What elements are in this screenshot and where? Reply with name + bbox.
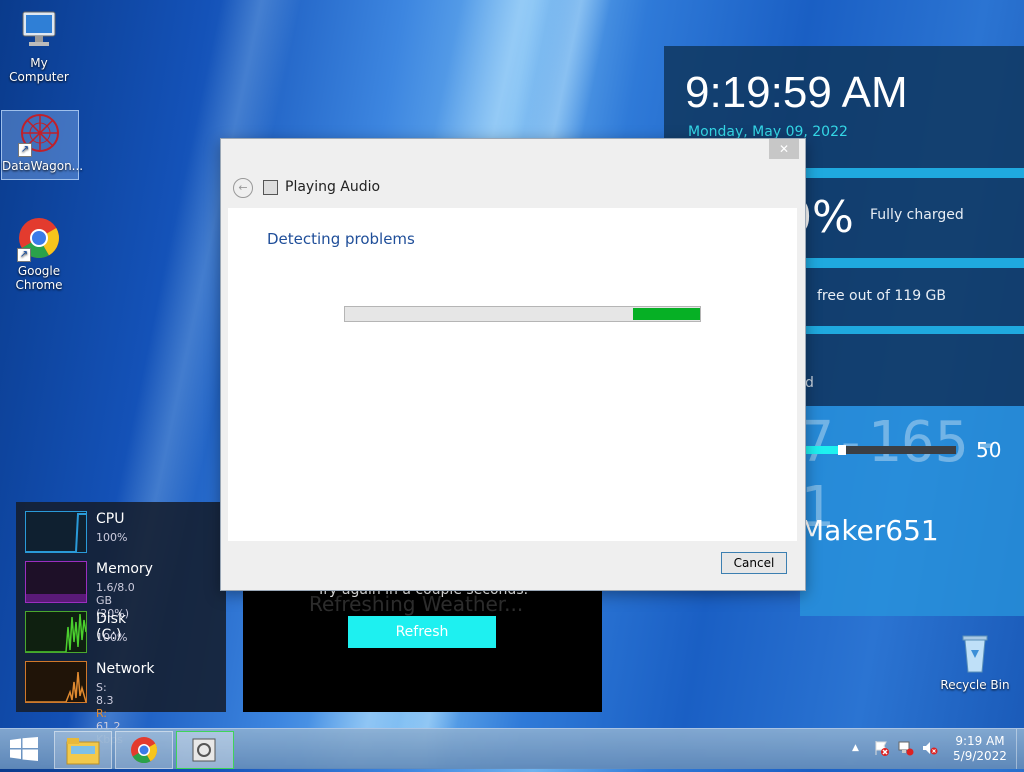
status-text: Detecting problems	[267, 230, 415, 248]
shortcut-arrow-icon: ↗	[17, 248, 31, 262]
clock-time: 9:19:59 AM	[685, 68, 908, 117]
cpu-graph	[25, 511, 87, 553]
progress-bar	[344, 306, 701, 322]
taskbar: ▲ 9:19 AM 5/9/2022	[0, 728, 1024, 769]
folder-icon	[66, 738, 100, 765]
volume-slider-track[interactable]	[800, 445, 956, 455]
taskbar-date: 5/9/2022	[953, 749, 1007, 763]
chrome-icon: ↗	[17, 216, 61, 262]
partial-text: d	[805, 375, 814, 391]
action-center-icon[interactable]	[874, 740, 890, 759]
datawagon-icon: ↗	[18, 111, 62, 157]
desktop-icon-label: DataWagon...	[2, 159, 84, 173]
recycle-bin-icon	[953, 630, 997, 674]
network-recv-prefix: R:	[96, 707, 108, 720]
disk-value: 100%	[96, 631, 128, 644]
troubleshooter-icon	[263, 180, 278, 195]
taskbar-troubleshooter[interactable]	[176, 731, 234, 769]
taskbar-clock[interactable]: 9:19 AM 5/9/2022	[950, 734, 1010, 764]
desktop-icon-label: Google Chrome	[15, 264, 63, 292]
back-arrow-icon: ←	[238, 181, 248, 194]
chrome-icon	[131, 737, 158, 764]
memory-graph	[25, 561, 87, 603]
memory-label: Memory	[96, 561, 153, 577]
volume-background-text: Maker651	[800, 514, 939, 547]
troubleshooter-dialog: ✕ ← Playing Audio Detecting problems Can…	[220, 138, 806, 591]
performance-widget: CPU 100% Memory 1.6/8.0 GB (20%) Disk (C…	[16, 502, 226, 746]
desktop-icon-label: My Computer	[9, 56, 69, 84]
close-button[interactable]: ✕	[769, 139, 799, 159]
windows-logo-icon	[10, 737, 38, 761]
volume-value: 50	[976, 438, 1002, 462]
taskbar-time: 9:19 AM	[955, 734, 1005, 748]
weather-gadget: Refreshing Weather... Try again in a cou…	[243, 582, 602, 712]
show-hidden-icons[interactable]: ▲	[852, 743, 859, 753]
battery-status: Fully charged	[870, 207, 964, 223]
start-button[interactable]	[10, 737, 38, 761]
back-button[interactable]: ←	[233, 178, 253, 198]
progress-bar-fill	[632, 308, 700, 320]
cpu-value: 100%	[96, 531, 128, 544]
network-label: Network	[96, 661, 155, 677]
volume-slider-fill	[800, 446, 840, 454]
taskbar-file-explorer[interactable]	[54, 731, 112, 769]
desktop-icon-datawagon[interactable]: ↗ DataWagon...	[1, 110, 84, 180]
desktop-icon-recycle-bin[interactable]: Recycle Bin	[937, 630, 1013, 692]
disk-graph	[25, 611, 87, 653]
network-graph	[25, 661, 87, 703]
network-send: S: 8.3	[96, 681, 114, 707]
cancel-button[interactable]: Cancel	[721, 552, 787, 574]
refresh-button[interactable]: Refresh	[348, 616, 496, 648]
show-desktop-button[interactable]	[1016, 729, 1024, 769]
troubleshooter-icon	[192, 738, 216, 762]
computer-icon	[17, 8, 61, 52]
desktop-icon-label: Recycle Bin	[940, 678, 1010, 692]
volume-tray-icon[interactable]	[922, 740, 938, 759]
dialog-title: Playing Audio	[285, 179, 381, 195]
network-tray-icon[interactable]	[898, 740, 914, 759]
volume-gadget: 7-165-1 50 Maker651	[800, 406, 1024, 616]
desktop-icon-google-chrome[interactable]: ↗ Google Chrome	[1, 216, 77, 292]
desktop-icon-my-computer[interactable]: My Computer	[1, 8, 77, 84]
shortcut-arrow-icon: ↗	[18, 143, 32, 157]
dialog-content: Detecting problems	[228, 208, 797, 541]
taskbar-chrome[interactable]	[115, 731, 173, 769]
volume-slider-thumb[interactable]	[838, 445, 846, 455]
cpu-label: CPU	[96, 511, 125, 527]
disk-free-text: free out of 119 GB	[817, 288, 947, 304]
